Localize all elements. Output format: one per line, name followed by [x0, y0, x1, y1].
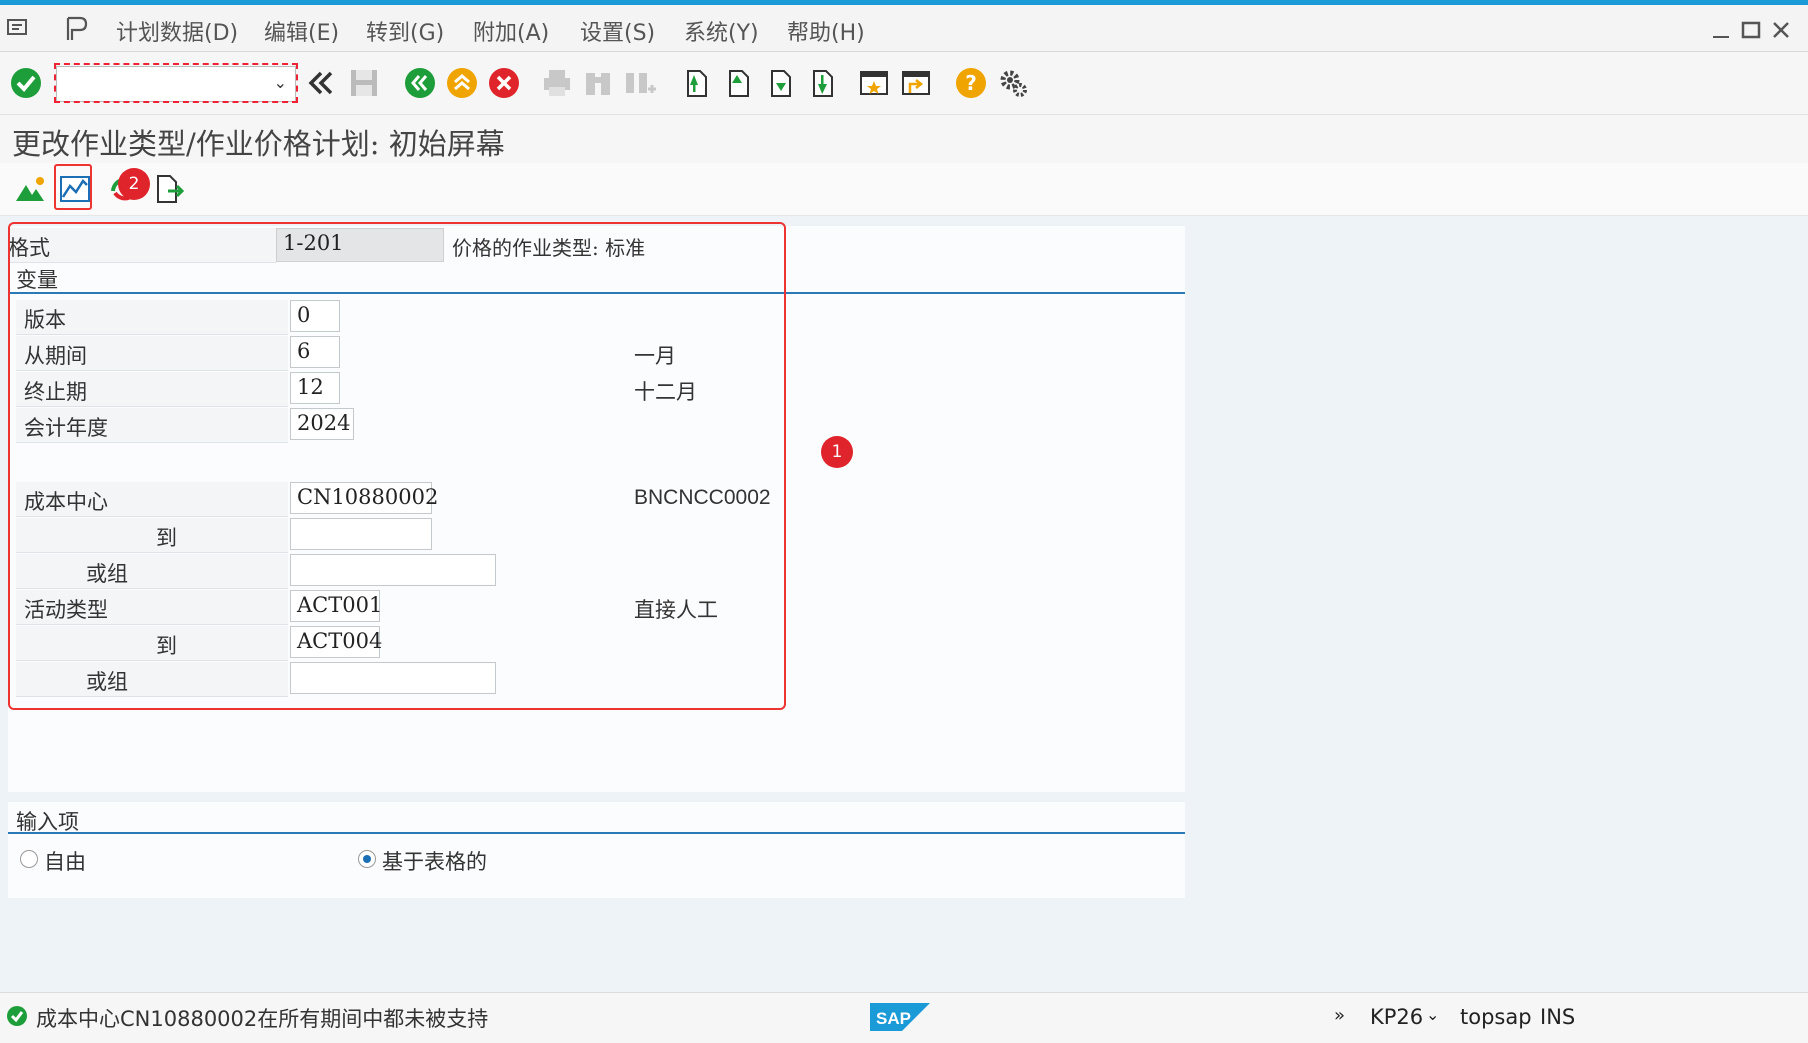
sap-p-icon[interactable] [64, 14, 88, 46]
find-next-icon[interactable] [624, 67, 656, 99]
back-icon[interactable] [404, 67, 436, 99]
annotation-badge-1: 1 [821, 436, 853, 468]
maximize-icon[interactable] [1740, 19, 1762, 41]
settings-icon[interactable] [997, 67, 1029, 99]
chevron-down-icon[interactable]: ⌄ [1426, 1005, 1439, 1024]
chart-button-highlight [54, 164, 92, 210]
status-message[interactable]: 成本中心CN10880002在所有期间中都未被支持 [36, 1003, 488, 1033]
previous-page-icon[interactable] [722, 67, 754, 99]
success-icon [6, 1005, 28, 1031]
input-panel [8, 802, 1185, 898]
next-page-icon[interactable] [764, 67, 796, 99]
menu-goto[interactable]: 转到(G) [366, 15, 444, 47]
print-icon[interactable] [541, 67, 573, 99]
form-based-radio[interactable] [358, 850, 376, 868]
sap-logo-text: SAP [876, 1009, 911, 1028]
save-icon[interactable] [348, 67, 380, 99]
create-session-icon[interactable] [858, 67, 890, 99]
help-icon[interactable]: ? [955, 67, 987, 99]
first-page-icon[interactable] [680, 67, 712, 99]
title-bar: 更改作业类型/作业价格计划: 初始屏幕 [0, 115, 1808, 163]
sap-logo: SAP [870, 1001, 930, 1037]
last-page-icon[interactable] [806, 67, 838, 99]
menu-edit[interactable]: 编辑(E) [264, 15, 339, 47]
form-based-label: 基于表格的 [382, 850, 487, 874]
annotation-badge-2: 2 [118, 168, 150, 200]
menu-bar: 计划数据(D) 编辑(E) 转到(G) 附加(A) 设置(S) 系统(Y) 帮助… [0, 5, 1808, 52]
menu-icon[interactable] [6, 17, 30, 43]
menu-plan-data[interactable]: 计划数据(D) [116, 15, 238, 47]
menu-settings[interactable]: 设置(S) [580, 15, 655, 47]
export-icon[interactable] [154, 173, 186, 205]
menu-system[interactable]: 系统(Y) [684, 15, 759, 47]
input-mode[interactable]: INS [1540, 1005, 1575, 1029]
exit-icon[interactable] [446, 67, 478, 99]
application-toolbar [0, 163, 1808, 216]
enter-icon[interactable] [10, 67, 42, 99]
close-icon[interactable] [1770, 19, 1792, 41]
shortcut-icon[interactable] [900, 67, 932, 99]
free-input-radio[interactable] [20, 850, 38, 868]
menu-help[interactable]: 帮助(H) [787, 15, 865, 47]
status-bar: 成本中心CN10880002在所有期间中都未被支持 SAP » KP26 ⌄ t… [0, 992, 1808, 1043]
free-input-label: 自由 [44, 850, 86, 874]
minimize-icon[interactable] [1710, 19, 1732, 41]
overview-icon[interactable] [14, 173, 46, 205]
annotation-frame [8, 222, 786, 710]
svg-text:?: ? [965, 71, 977, 95]
page-title: 更改作业类型/作业价格计划: 初始屏幕 [12, 127, 505, 161]
menu-extras[interactable]: 附加(A) [473, 15, 549, 47]
transaction-code[interactable]: KP26 [1370, 1005, 1423, 1029]
cancel-icon[interactable] [488, 67, 520, 99]
collapse-command-icon[interactable] [305, 67, 337, 99]
server-name: topsap [1460, 1005, 1532, 1029]
standard-toolbar: ⌄ ? [0, 52, 1808, 115]
find-icon[interactable] [582, 67, 614, 99]
input-section-divider [8, 832, 1185, 834]
expand-status-icon[interactable]: » [1334, 1005, 1345, 1026]
command-field-highlight [54, 63, 298, 103]
